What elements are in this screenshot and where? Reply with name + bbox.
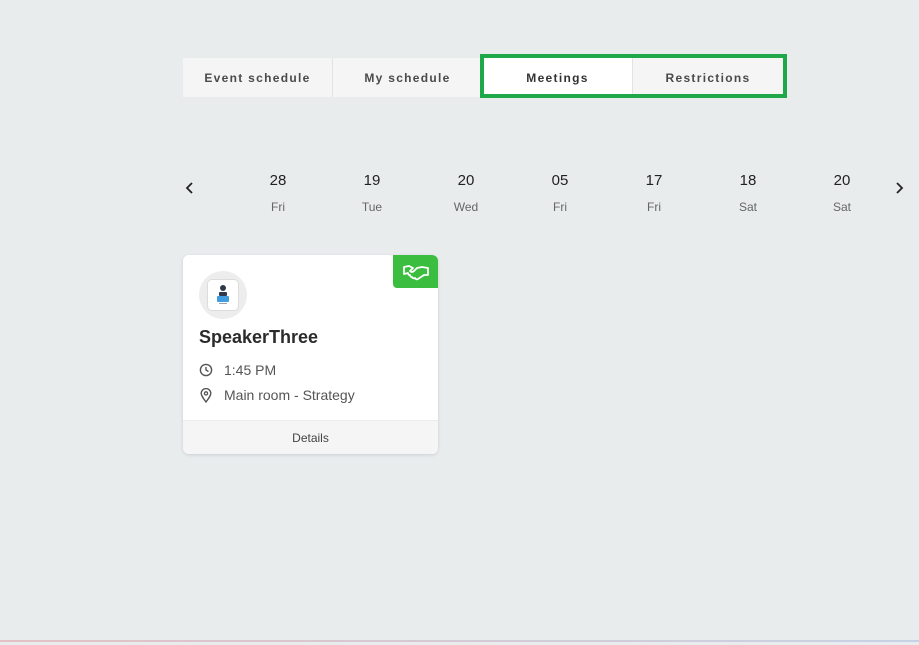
date-item[interactable]: 20 Sat [812,166,872,214]
next-dates-button[interactable] [887,176,911,200]
details-button[interactable]: Details [183,420,438,454]
date-item[interactable]: 05 Fri [530,166,590,214]
speaker-logo [207,279,239,311]
date-weekday: Fri [553,200,567,214]
meeting-time: 1:45 PM [224,362,277,378]
date-number: 17 [645,172,663,189]
date-weekday: Sat [738,200,757,214]
date-item[interactable]: 18 Sat [718,166,778,214]
date-number: 20 [457,172,475,189]
date-number: 20 [833,172,851,189]
meeting-time-row: 1:45 PM [199,362,276,378]
date-weekday: Fri [271,200,285,214]
meeting-type-badge [393,255,438,288]
tab-meetings[interactable]: Meetings [483,58,633,97]
date-weekday: Fri [647,200,661,214]
meeting-card: SpeakerThree 1:45 PM Main room - Strateg… [183,255,438,454]
meeting-location-row: Main room - Strategy [199,387,355,403]
tab-my-schedule[interactable]: My schedule [333,58,483,97]
date-weekday: Tue [361,200,383,214]
date-number: 05 [551,172,569,189]
date-strip: 28 Fri 19 Tue 20 Wed 05 Fri 17 Fri 18 Sa… [176,166,912,230]
meeting-location: Main room - Strategy [224,387,355,403]
chevron-right-icon [896,182,904,194]
clock-icon [199,363,213,377]
person-icon [217,285,229,304]
date-number: 28 [269,172,287,189]
date-number: 19 [363,172,381,189]
chevron-left-icon [185,182,193,194]
schedule-tabs: Event schedule My schedule Meetings Rest… [183,58,783,97]
location-pin-icon [199,387,213,403]
date-weekday: Wed [453,200,479,214]
date-item[interactable]: 17 Fri [624,166,684,214]
date-item[interactable]: 20 Wed [436,166,496,214]
avatar [199,271,247,319]
tab-event-schedule[interactable]: Event schedule [183,58,333,97]
date-item[interactable]: 28 Fri [248,166,308,214]
speaker-name: SpeakerThree [199,327,319,347]
handshake-icon [402,264,429,280]
date-weekday: Sat [832,200,851,214]
tab-restrictions[interactable]: Restrictions [633,58,783,97]
prev-dates-button[interactable] [178,176,202,200]
date-item[interactable]: 19 Tue [342,166,402,214]
window-bottom-edge [0,640,919,642]
date-number: 18 [739,172,757,189]
